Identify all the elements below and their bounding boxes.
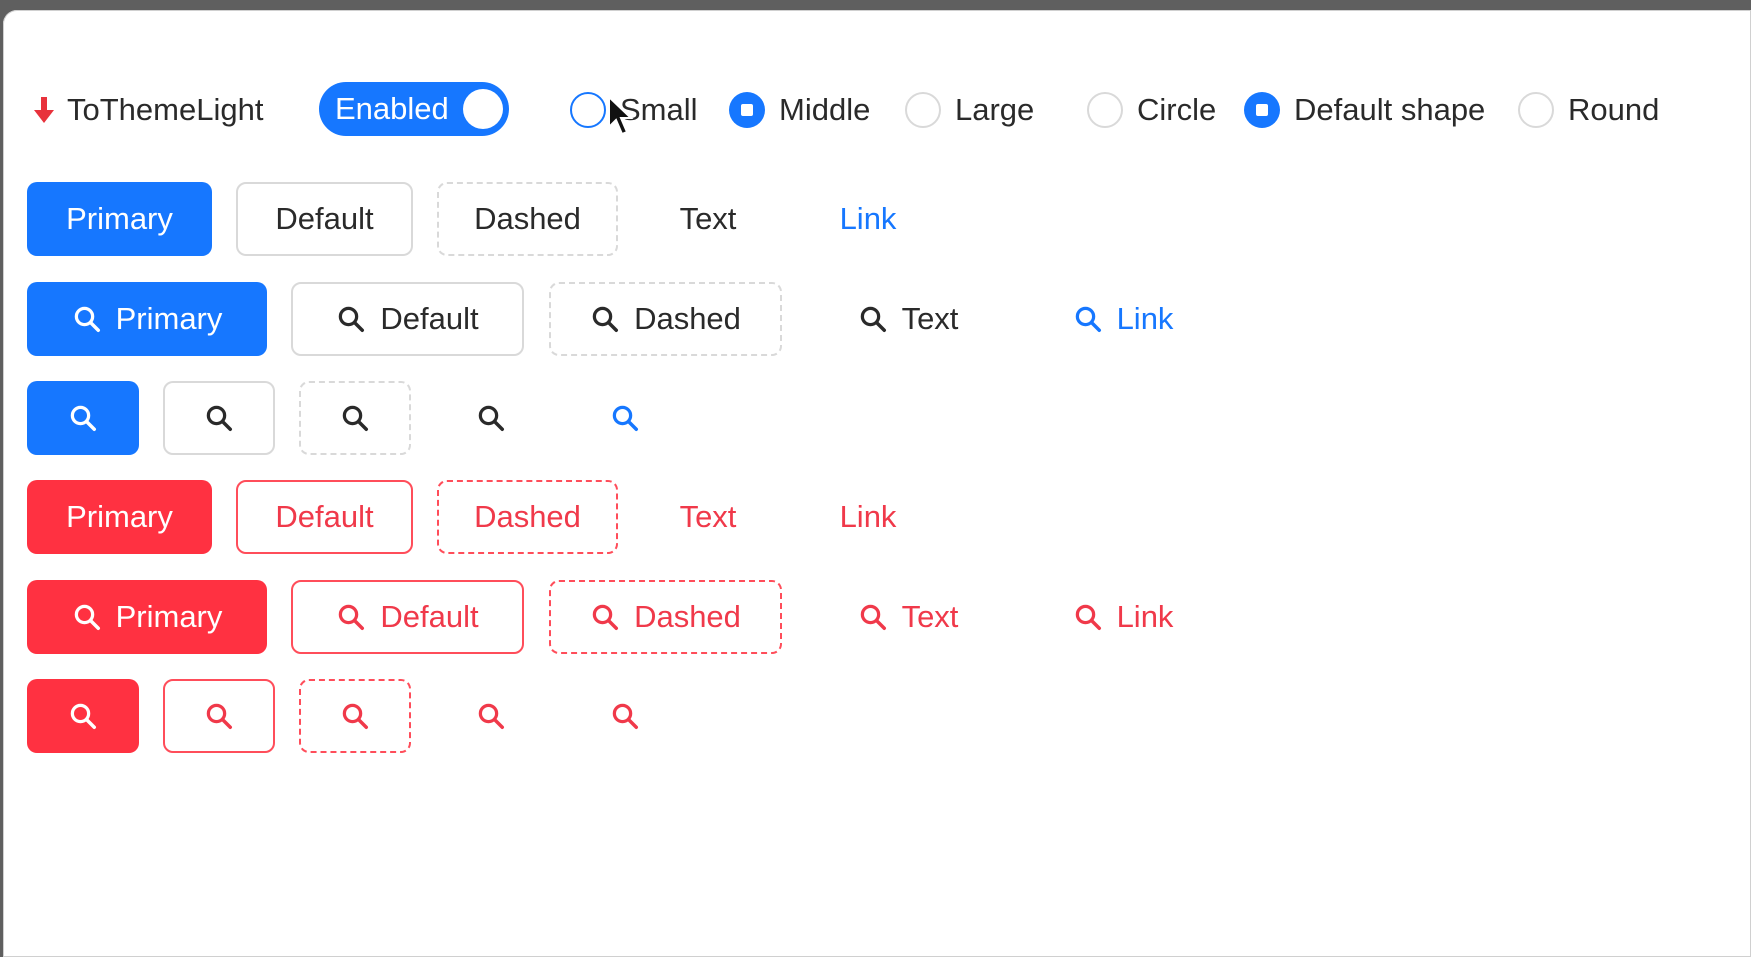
button-label: Text bbox=[679, 499, 737, 534]
search-icon bbox=[74, 306, 100, 332]
danger-link-button[interactable]: Link bbox=[797, 480, 939, 554]
button-label: Primary bbox=[66, 499, 173, 534]
primary-button[interactable]: Primary bbox=[27, 182, 212, 256]
radio-size-middle[interactable]: Middle bbox=[729, 82, 870, 138]
danger-dashed-search-button[interactable]: Dashed bbox=[549, 580, 782, 654]
button-label: Text bbox=[679, 201, 737, 236]
radio-circle bbox=[1518, 92, 1554, 128]
danger-primary-search-button[interactable]: Primary bbox=[27, 580, 267, 654]
button-label: Link bbox=[839, 201, 897, 236]
search-icon bbox=[342, 405, 368, 431]
search-icon bbox=[1075, 604, 1101, 630]
theme-toggle-label: ToThemeLight bbox=[67, 92, 264, 127]
app-window: ToThemeLight Enabled Small Middle Large … bbox=[3, 10, 1751, 957]
radio-shape-default[interactable]: Default shape bbox=[1244, 82, 1485, 138]
enabled-switch[interactable]: Enabled bbox=[319, 82, 509, 136]
button-label: Dashed bbox=[634, 599, 741, 634]
button-label: Text bbox=[901, 599, 959, 634]
button-label: Dashed bbox=[474, 201, 581, 236]
default-icon-button[interactable] bbox=[163, 381, 275, 455]
danger-dashed-icon-button[interactable] bbox=[299, 679, 411, 753]
search-icon bbox=[860, 306, 886, 332]
primary-search-button[interactable]: Primary bbox=[27, 282, 267, 356]
danger-default-button[interactable]: Default bbox=[236, 480, 413, 554]
search-icon bbox=[478, 703, 504, 729]
danger-link-search-button[interactable]: Link bbox=[1038, 580, 1208, 654]
button-label: Link bbox=[1116, 599, 1174, 634]
search-icon bbox=[592, 306, 619, 332]
radio-label: Large bbox=[955, 92, 1035, 127]
radio-circle bbox=[570, 92, 606, 128]
text-search-button[interactable]: Text bbox=[823, 282, 993, 356]
search-icon bbox=[70, 703, 96, 729]
danger-dashed-button[interactable]: Dashed bbox=[437, 480, 618, 554]
danger-text-search-button[interactable]: Text bbox=[823, 580, 993, 654]
dashed-search-button[interactable]: Dashed bbox=[549, 282, 782, 356]
danger-primary-button[interactable]: Primary bbox=[27, 480, 212, 554]
button-label: Link bbox=[839, 499, 897, 534]
danger-text-icon-button[interactable] bbox=[435, 679, 547, 753]
text-button[interactable]: Text bbox=[637, 182, 779, 256]
search-icon bbox=[74, 604, 100, 630]
radio-circle bbox=[905, 92, 941, 128]
switch-knob bbox=[463, 89, 503, 129]
search-icon bbox=[592, 604, 619, 630]
radio-shape-circle[interactable]: Circle bbox=[1087, 82, 1216, 138]
danger-link-icon-button[interactable] bbox=[569, 679, 681, 753]
danger-default-icon-button[interactable] bbox=[163, 679, 275, 753]
link-search-button[interactable]: Link bbox=[1038, 282, 1208, 356]
radio-circle bbox=[1087, 92, 1123, 128]
arrow-down-icon bbox=[34, 97, 54, 123]
radio-label: Round bbox=[1568, 92, 1660, 127]
radio-size-small[interactable]: Small bbox=[570, 82, 698, 138]
search-icon bbox=[206, 405, 232, 431]
theme-toggle-link[interactable]: ToThemeLight bbox=[33, 82, 263, 138]
link-button[interactable]: Link bbox=[797, 182, 939, 256]
search-icon bbox=[860, 604, 886, 630]
radio-size-large[interactable]: Large bbox=[905, 82, 1034, 138]
dashed-button[interactable]: Dashed bbox=[437, 182, 618, 256]
search-icon bbox=[1075, 306, 1101, 332]
switch-label: Enabled bbox=[335, 91, 449, 126]
button-label: Link bbox=[1116, 301, 1174, 336]
button-label: Default bbox=[380, 301, 479, 336]
button-label: Primary bbox=[115, 301, 223, 336]
search-icon bbox=[339, 306, 365, 332]
radio-label: Default shape bbox=[1294, 92, 1486, 127]
search-icon bbox=[339, 604, 365, 630]
search-icon bbox=[478, 405, 504, 431]
button-label: Default bbox=[275, 499, 374, 534]
search-icon bbox=[206, 703, 232, 729]
search-icon bbox=[612, 703, 638, 729]
button-label: Text bbox=[901, 301, 959, 336]
search-icon bbox=[70, 405, 96, 431]
danger-text-button[interactable]: Text bbox=[637, 480, 779, 554]
search-icon bbox=[342, 703, 368, 729]
search-icon bbox=[612, 405, 638, 431]
radio-circle bbox=[729, 92, 765, 128]
button-label: Primary bbox=[115, 599, 223, 634]
default-button[interactable]: Default bbox=[236, 182, 413, 256]
button-label: Dashed bbox=[474, 499, 581, 534]
radio-label: Small bbox=[620, 92, 698, 127]
button-label: Default bbox=[275, 201, 374, 236]
default-search-button[interactable]: Default bbox=[291, 282, 524, 356]
button-label: Default bbox=[380, 599, 479, 634]
radio-label: Circle bbox=[1137, 92, 1217, 127]
button-label: Primary bbox=[66, 201, 173, 236]
link-icon-button[interactable] bbox=[569, 381, 681, 455]
text-icon-button[interactable] bbox=[435, 381, 547, 455]
radio-circle bbox=[1244, 92, 1280, 128]
button-label: Dashed bbox=[634, 301, 741, 336]
dashed-icon-button[interactable] bbox=[299, 381, 411, 455]
primary-icon-button[interactable] bbox=[27, 381, 139, 455]
danger-default-search-button[interactable]: Default bbox=[291, 580, 524, 654]
radio-shape-round[interactable]: Round bbox=[1518, 82, 1659, 138]
radio-label: Middle bbox=[779, 92, 871, 127]
danger-primary-icon-button[interactable] bbox=[27, 679, 139, 753]
